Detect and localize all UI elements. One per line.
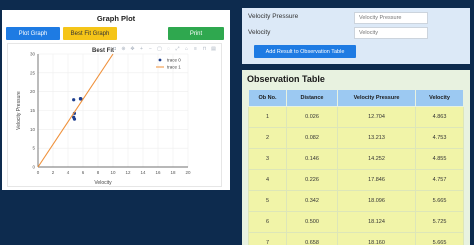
x-tick-label: 2 xyxy=(52,170,55,175)
y-tick-label: 20 xyxy=(30,89,36,94)
data-point xyxy=(72,98,76,102)
y-axis-label: Velocity Pressure xyxy=(16,91,22,130)
cell-distance: 0.146 xyxy=(286,148,338,170)
cell-velocity: 4.757 xyxy=(415,169,464,191)
table-row: 5 0.342 18.096 5.665 xyxy=(248,190,464,212)
plot-area[interactable]: ◘ ⊕ ✥ + − ▢ ◌ ⤢ ⌂ ≡ ⊓ ▤ 0 2 4 6 8 10 12 14 16 18 2… xyxy=(7,43,222,187)
cell-velocity: 5.665 xyxy=(415,190,464,212)
plot-modebar: ◘ ⊕ ✥ + − ▢ ◌ ⤢ ⌂ ≡ ⊓ ▤ xyxy=(111,46,217,52)
cell-velocity: 5.665 xyxy=(415,232,464,245)
y-tick-label: 15 xyxy=(30,108,36,113)
cell-velocity-pressure: 18.096 xyxy=(337,190,416,212)
cell-ob-no: 1 xyxy=(248,106,287,128)
add-result-button[interactable]: Add Result to Observation Table xyxy=(254,45,356,58)
observation-table: Ob No. Distance Velocity Pressure Veloci… xyxy=(248,89,464,245)
table-row: 3 0.146 14.252 4.855 xyxy=(248,148,464,170)
table-row: 2 0.082 13.213 4.753 xyxy=(248,127,464,149)
y-tick-label: 5 xyxy=(32,146,35,151)
column-header-velocity-pressure: Velocity Pressure xyxy=(337,89,416,107)
box-select-icon[interactable]: ▢ xyxy=(156,46,163,52)
result-form: Velocity Pressure Velocity Add Result to… xyxy=(242,8,470,64)
velocity-pressure-label: Velocity Pressure xyxy=(248,13,299,20)
cell-ob-no: 3 xyxy=(248,148,287,170)
cell-distance: 0.226 xyxy=(286,169,338,191)
cell-ob-no: 7 xyxy=(248,232,287,245)
velocity-pressure-input[interactable] xyxy=(354,12,428,24)
cell-velocity-pressure: 14.252 xyxy=(337,148,416,170)
cell-velocity-pressure: 18.124 xyxy=(337,211,416,233)
home-icon[interactable]: ⌂ xyxy=(183,46,190,52)
cell-velocity-pressure: 13.213 xyxy=(337,127,416,149)
best-fit-chart: 0 2 4 6 8 10 12 14 16 18 20051015202530 Best FitVel… xyxy=(16,48,191,186)
table-header-row: Ob No. Distance Velocity Pressure Veloci… xyxy=(248,89,464,107)
zoom-icon[interactable]: ⊕ xyxy=(120,46,127,52)
velocity-label: Velocity xyxy=(248,29,271,36)
data-point xyxy=(78,96,83,101)
column-header-velocity: Velocity xyxy=(415,89,464,107)
table-row: 6 0.500 18.124 5.725 xyxy=(248,211,464,233)
x-tick-label: 12 xyxy=(125,170,131,175)
print-button[interactable]: Print xyxy=(168,27,224,40)
zoom-out-icon[interactable]: − xyxy=(147,46,154,52)
graph-panel-title: Graph Plot xyxy=(96,14,136,23)
camera-icon[interactable]: ◘ xyxy=(111,46,118,52)
cell-ob-no: 2 xyxy=(248,127,287,149)
cell-distance: 0.342 xyxy=(286,190,338,212)
x-tick-label: 16 xyxy=(155,170,161,175)
x-tick-label: 0 xyxy=(37,170,40,175)
cell-velocity-pressure: 12.704 xyxy=(337,106,416,128)
cell-velocity: 4.855 xyxy=(415,148,464,170)
y-tick-label: 0 xyxy=(32,165,35,170)
velocity-input[interactable] xyxy=(354,27,428,39)
cell-velocity-pressure: 17.846 xyxy=(337,169,416,191)
cell-velocity: 5.725 xyxy=(415,211,464,233)
graph-panel: Graph Plot Plot Graph Best Fit Graph Pri… xyxy=(2,10,230,190)
hover-icon[interactable]: ⊓ xyxy=(201,46,208,52)
x-tick-label: 14 xyxy=(140,170,146,175)
zoom-in-icon[interactable]: + xyxy=(138,46,145,52)
cell-distance: 0.082 xyxy=(286,127,338,149)
cell-distance: 0.500 xyxy=(286,211,338,233)
column-header-distance: Distance xyxy=(286,89,338,107)
y-tick-label: 25 xyxy=(30,70,36,75)
autoscale-icon[interactable]: ⤢ xyxy=(174,46,181,52)
cell-distance: 0.026 xyxy=(286,106,338,128)
plotly-logo-icon[interactable]: ▤ xyxy=(210,46,217,52)
pan-icon[interactable]: ✥ xyxy=(129,46,136,52)
spike-icon[interactable]: ≡ xyxy=(192,46,199,52)
cell-velocity-pressure: 18.160 xyxy=(337,232,416,245)
cell-velocity: 4.863 xyxy=(415,106,464,128)
column-header-ob-no: Ob No. xyxy=(248,89,287,107)
cell-ob-no: 6 xyxy=(248,211,287,233)
table-row: 1 0.026 12.704 4.863 xyxy=(248,106,464,128)
cell-ob-no: 4 xyxy=(248,169,287,191)
x-tick-label: 6 xyxy=(82,170,85,175)
cell-distance: 0.658 xyxy=(286,232,338,245)
legend-swatch-marker xyxy=(158,58,162,62)
x-tick-label: 4 xyxy=(67,170,70,175)
x-axis-label: Velocity xyxy=(94,180,112,186)
x-tick-label: 10 xyxy=(110,170,116,175)
cell-ob-no: 5 xyxy=(248,190,287,212)
observation-panel: Observation Table Ob No. Distance Veloci… xyxy=(242,70,470,245)
data-point xyxy=(72,115,76,119)
plot-graph-button[interactable]: Plot Graph xyxy=(6,27,60,40)
lasso-icon[interactable]: ◌ xyxy=(165,46,172,52)
observation-table-title: Observation Table xyxy=(247,74,325,84)
legend-entry: trace 1 xyxy=(167,65,181,70)
x-tick-label: 20 xyxy=(185,170,191,175)
cell-velocity: 4.753 xyxy=(415,127,464,149)
x-tick-label: 8 xyxy=(97,170,100,175)
legend-entry: trace 0 xyxy=(167,58,181,63)
y-tick-label: 30 xyxy=(30,52,36,57)
best-fit-graph-button[interactable]: Best Fit Graph xyxy=(63,27,117,40)
table-row: 7 0.658 18.160 5.665 xyxy=(248,232,464,245)
y-tick-label: 10 xyxy=(30,127,36,132)
x-tick-label: 18 xyxy=(170,170,176,175)
table-row: 4 0.226 17.846 4.757 xyxy=(248,169,464,191)
